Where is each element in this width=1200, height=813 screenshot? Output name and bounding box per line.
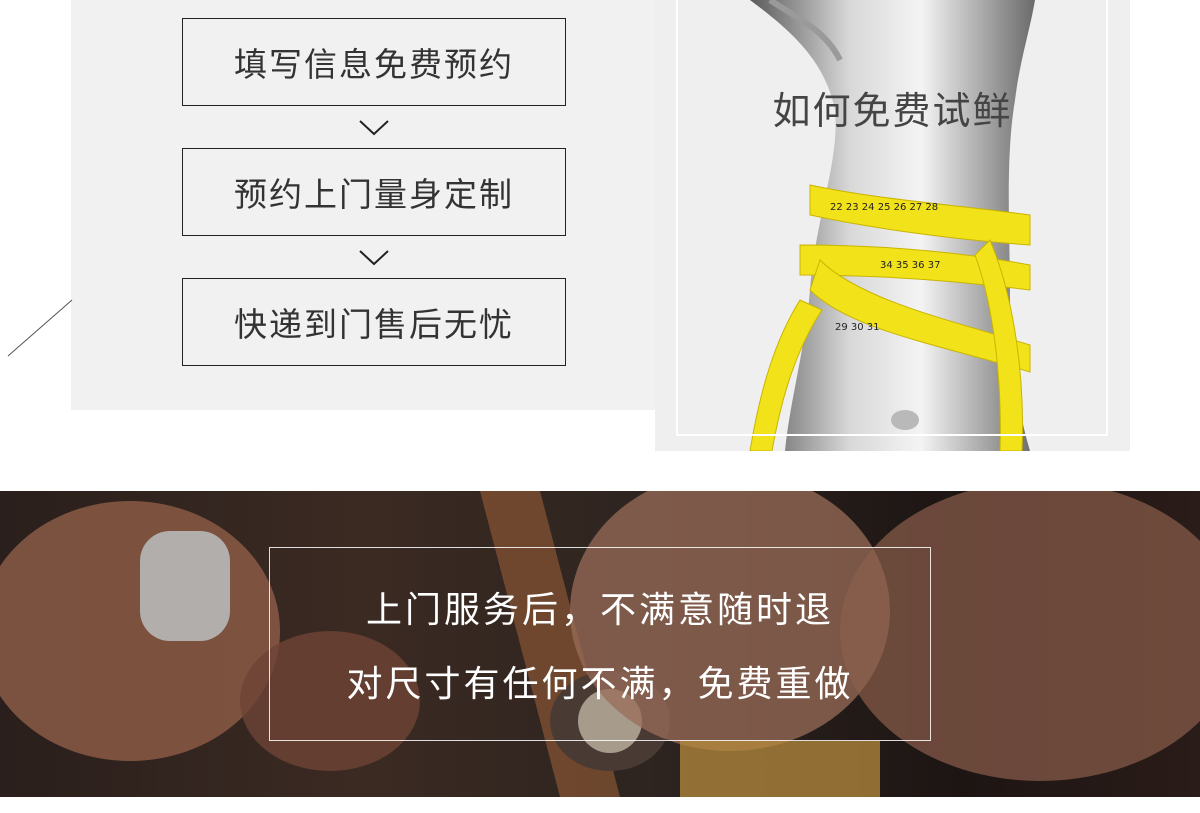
decorative-diagonal-line bbox=[7, 299, 73, 357]
headline: 如何免费试鲜 bbox=[772, 89, 1013, 133]
step-home-measure[interactable]: 预约上门量身定制 bbox=[182, 148, 566, 236]
promise-box: 上门服务后，不满意随时退 对尺寸有任何不满，免费重做 bbox=[269, 547, 931, 741]
image-frame bbox=[676, 0, 1108, 436]
promise-line-2: 对尺寸有任何不满，免费重做 bbox=[346, 664, 854, 705]
step-label: 快递到门售后无忧 bbox=[234, 305, 514, 344]
chevron-down-icon bbox=[359, 120, 389, 136]
step-label: 预约上门量身定制 bbox=[234, 175, 514, 214]
step-fill-info[interactable]: 填写信息免费预约 bbox=[182, 18, 566, 106]
chevron-down-icon bbox=[359, 250, 389, 266]
step-delivery[interactable]: 快递到门售后无忧 bbox=[182, 278, 566, 366]
step-label: 填写信息免费预约 bbox=[234, 45, 514, 84]
promise-line-1: 上门服务后，不满意随时退 bbox=[365, 590, 834, 631]
